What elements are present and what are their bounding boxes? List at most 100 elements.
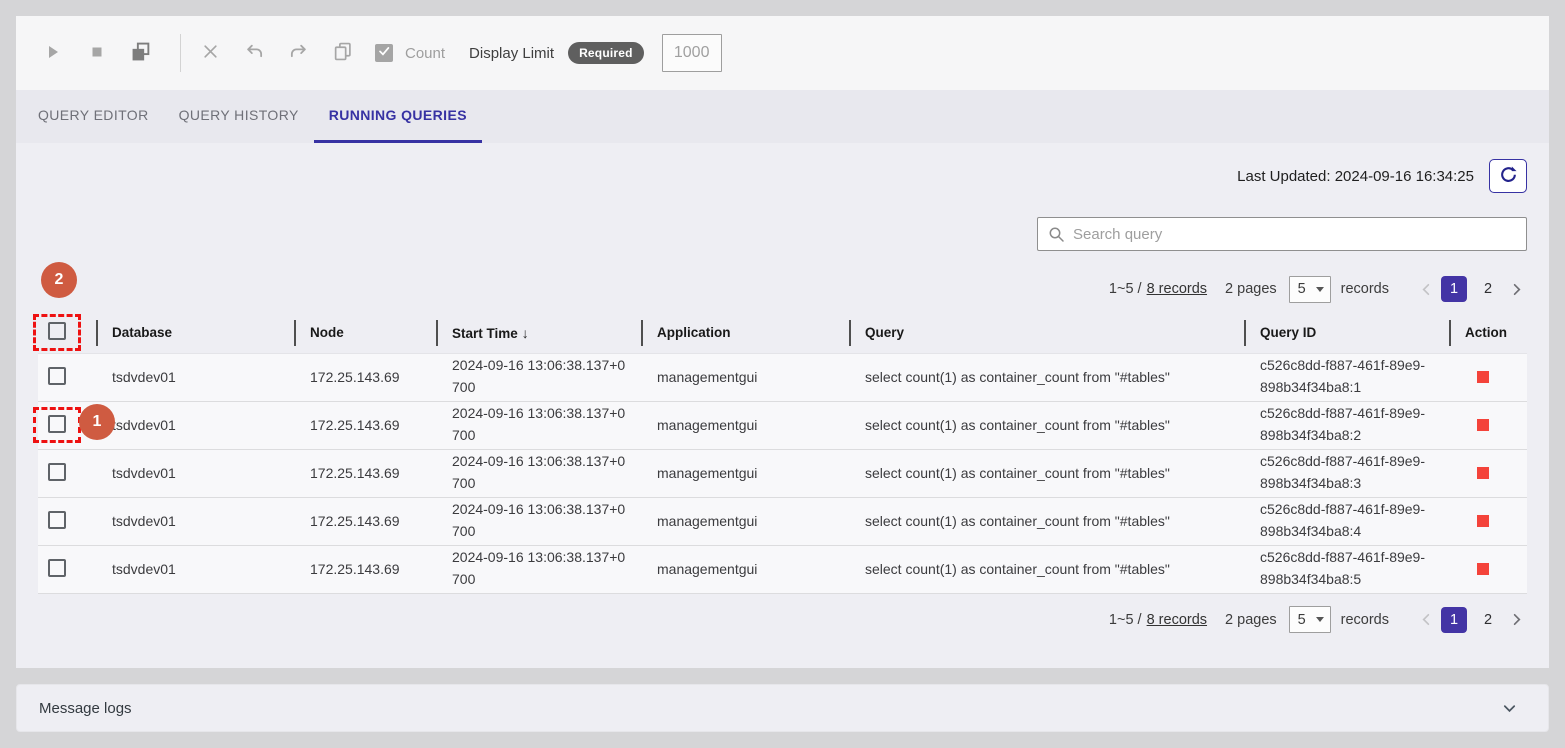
run-all-button[interactable] xyxy=(130,42,152,64)
prev-page-button[interactable] xyxy=(1415,609,1437,631)
tab-running-queries[interactable]: RUNNING QUERIES xyxy=(314,90,482,143)
stop-query-button[interactable] xyxy=(1477,515,1489,527)
close-icon xyxy=(202,43,219,63)
range-label: 1~5 / xyxy=(1109,281,1142,297)
search-box xyxy=(1037,217,1527,251)
cell-query-id: c526c8dd-f887-461f-89e9-898b34f34ba8:5 xyxy=(1244,545,1449,593)
pagination-bottom: 1~5 / 8 records 2 pages 5 records 1 2 xyxy=(38,606,1527,634)
row-checkbox[interactable] xyxy=(48,511,66,529)
cell-application: managementgui xyxy=(641,545,849,593)
page-2-button[interactable]: 2 xyxy=(1475,276,1501,302)
row-checkbox[interactable] xyxy=(48,463,66,481)
page-size-value: 5 xyxy=(1298,612,1306,628)
cell-start-time: 2024-09-16 13:06:38.137+0700 xyxy=(436,497,641,545)
page-2-button[interactable]: 2 xyxy=(1475,607,1501,633)
stop-query-button[interactable] xyxy=(1477,563,1489,575)
stop-query-button[interactable] xyxy=(1477,371,1489,383)
column-header-start-time[interactable]: Start Time↓ xyxy=(436,313,641,353)
page-1-button[interactable]: 1 xyxy=(1441,607,1467,633)
prev-page-button[interactable] xyxy=(1415,278,1437,300)
column-header-node[interactable]: Node xyxy=(294,313,436,353)
cell-action xyxy=(1449,449,1527,497)
column-header-application[interactable]: Application xyxy=(641,313,849,353)
cell-application: managementgui xyxy=(641,449,849,497)
stop-execution-button[interactable] xyxy=(86,42,108,64)
toolbar-divider xyxy=(180,34,181,72)
chevron-down-icon xyxy=(1316,617,1324,622)
page-1-button[interactable]: 1 xyxy=(1441,276,1467,302)
cell-node: 172.25.143.69 xyxy=(294,401,436,449)
cell-database: tsdvdev01 xyxy=(96,545,294,593)
checkmark-icon xyxy=(377,44,391,63)
clear-button[interactable] xyxy=(199,42,221,64)
undo-button[interactable] xyxy=(243,42,265,64)
column-header-action: Action xyxy=(1449,313,1527,353)
column-header-query-id[interactable]: Query ID xyxy=(1244,313,1449,353)
display-limit-label: Display Limit xyxy=(469,45,554,62)
sort-descending-icon: ↓ xyxy=(522,325,529,341)
records-word: records xyxy=(1341,612,1389,628)
cell-start-time: 2024-09-16 13:06:38.137+0700 xyxy=(436,401,641,449)
cell-query: select count(1) as container_count from … xyxy=(849,545,1244,593)
running-queries-table: Database Node Start Time↓ Application Qu… xyxy=(38,313,1527,594)
last-updated-text: Last Updated: 2024-09-16 16:34:25 xyxy=(1237,168,1474,185)
count-checkbox[interactable] xyxy=(375,44,393,62)
table-row: tsdvdev01172.25.143.692024-09-16 13:06:3… xyxy=(38,497,1527,545)
copy-button[interactable] xyxy=(331,42,353,64)
tab-query-editor[interactable]: QUERY EDITOR xyxy=(23,90,164,143)
cell-query-id: c526c8dd-f887-461f-89e9-898b34f34ba8:3 xyxy=(1244,449,1449,497)
table-body: tsdvdev01172.25.143.692024-09-16 13:06:3… xyxy=(38,353,1527,593)
display-limit-input[interactable] xyxy=(662,34,722,72)
select-all-checkbox[interactable] xyxy=(48,322,66,340)
toolbar: Count Display Limit Required xyxy=(16,16,1549,90)
pages-label: 2 pages xyxy=(1225,612,1277,628)
page-size-select[interactable]: 5 xyxy=(1289,606,1331,633)
message-logs-bar[interactable]: Message logs xyxy=(16,684,1549,732)
cell-database: tsdvdev01 xyxy=(96,497,294,545)
pages-label: 2 pages xyxy=(1225,281,1277,297)
stop-query-button[interactable] xyxy=(1477,467,1489,479)
count-label: Count xyxy=(405,45,445,62)
cell-query: select count(1) as container_count from … xyxy=(849,497,1244,545)
table-row: tsdvdev01172.25.143.692024-09-16 13:06:3… xyxy=(38,353,1527,401)
page-size-select[interactable]: 5 xyxy=(1289,276,1331,303)
stop-icon xyxy=(89,44,105,63)
page-size-value: 5 xyxy=(1298,281,1306,297)
row-checkbox[interactable] xyxy=(48,559,66,577)
column-header-query[interactable]: Query xyxy=(849,313,1244,353)
column-header-database[interactable]: Database xyxy=(96,313,294,353)
cell-start-time: 2024-09-16 13:06:38.137+0700 xyxy=(436,353,641,401)
records-total-link[interactable]: 8 records xyxy=(1147,281,1207,297)
chevron-down-icon[interactable] xyxy=(1501,700,1518,717)
refresh-icon xyxy=(1499,165,1518,187)
cell-action xyxy=(1449,545,1527,593)
cell-select xyxy=(38,353,96,401)
message-logs-label: Message logs xyxy=(39,700,132,717)
search-input[interactable] xyxy=(1073,226,1516,243)
cell-query-id: c526c8dd-f887-461f-89e9-898b34f34ba8:2 xyxy=(1244,401,1449,449)
cell-action xyxy=(1449,401,1527,449)
header-select-cell xyxy=(38,313,96,353)
row-checkbox[interactable] xyxy=(48,367,66,385)
redo-button[interactable] xyxy=(287,42,309,64)
cell-application: managementgui xyxy=(641,353,849,401)
records-word: records xyxy=(1341,281,1389,297)
run-query-button[interactable] xyxy=(42,42,64,64)
table-row: tsdvdev01172.25.143.692024-09-16 13:06:3… xyxy=(38,449,1527,497)
undo-icon xyxy=(245,42,264,64)
table-header-row: Database Node Start Time↓ Application Qu… xyxy=(38,313,1527,353)
next-page-button[interactable] xyxy=(1505,278,1527,300)
records-total-link[interactable]: 8 records xyxy=(1147,612,1207,628)
copy-icon xyxy=(333,42,352,64)
cell-select xyxy=(38,401,96,449)
redo-icon xyxy=(289,42,308,64)
refresh-button[interactable] xyxy=(1489,159,1527,193)
stop-query-button[interactable] xyxy=(1477,419,1489,431)
tab-query-history[interactable]: QUERY HISTORY xyxy=(164,90,314,143)
next-page-button[interactable] xyxy=(1505,609,1527,631)
cell-node: 172.25.143.69 xyxy=(294,353,436,401)
table-row: tsdvdev01172.25.143.692024-09-16 13:06:3… xyxy=(38,401,1527,449)
table-row: tsdvdev01172.25.143.692024-09-16 13:06:3… xyxy=(38,545,1527,593)
row-checkbox[interactable] xyxy=(48,415,66,433)
duplicate-run-icon xyxy=(131,42,151,65)
